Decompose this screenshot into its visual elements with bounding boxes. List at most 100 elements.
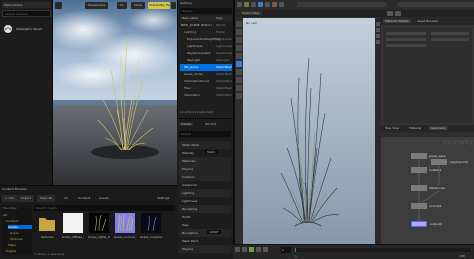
place-actors-search[interactable]: Search Classes [2,10,51,17]
breadcrumb-assets[interactable]: Assets [99,196,109,200]
viewport-scalability-button[interactable]: Scalability: Epic [148,2,170,9]
outliner-row[interactable]: SkyLight SkyLight [180,57,232,64]
viewport-menu-button[interactable] [55,2,62,9]
jump-start-icon[interactable] [235,247,240,252]
view-tool-icon[interactable] [236,61,242,67]
asset-tile[interactable]: Grass_normal_01 [114,213,136,245]
brush-tool-icon[interactable] [236,85,242,91]
outliner-row-selected[interactable]: SM_GrassStaticMeshActor [180,64,232,71]
pane-tab-icon[interactable] [395,11,401,16]
display-option-icon[interactable] [376,22,380,26]
tab-geometry[interactable]: Geometry [429,126,448,130]
outliner-row[interactable]: LightmassLightmassImportanceVolume [180,43,232,50]
viewport-perspective-button[interactable]: Perspective [85,2,109,9]
viewport-layout-button[interactable] [171,2,176,9]
step-back-icon[interactable] [242,247,247,252]
tab-world-settings[interactable]: World S [203,122,218,126]
shelf-tool-icon[interactable] [237,2,242,7]
outliner-row[interactable]: ExponentialHeightFogExponentialHeightFog [180,36,232,43]
mobility-field[interactable]: Static [205,150,218,154]
shelf-tab-strip[interactable] [397,2,474,7]
shelf-tool-icon[interactable] [272,2,277,7]
scale-tool-icon[interactable] [236,45,242,51]
tree-item[interactable]: Textures [10,237,23,241]
tab-outliner[interactable]: Outliner [180,1,232,7]
tree-item[interactable]: Engine [6,249,16,253]
move-tool-icon[interactable] [236,29,242,35]
current-frame-field[interactable]: 1 [281,247,291,253]
snap-tool-icon[interactable] [236,77,242,83]
tab-place-actors[interactable]: Place Actors [2,2,51,8]
asset-search[interactable]: Search Assets [34,205,175,211]
handle-tool-icon[interactable] [236,53,242,59]
place-actor-item[interactable]: Volumetric Cloud [2,22,51,36]
details-section[interactable]: Physics [179,165,231,173]
shelf-tool-icon[interactable] [265,2,270,7]
network-node[interactable]: attribnoise [411,185,445,191]
outliner-row[interactable]: SkyAtmosphereSkyAtmosphere [180,50,232,57]
play-icon[interactable] [249,247,254,252]
asset-tile[interactable]: Grass_alpha_01 [88,213,110,245]
viewport-show-button[interactable]: Show [131,2,146,9]
network-node[interactable]: scatter1 [411,167,441,173]
tab-details[interactable]: Details [179,122,194,126]
frame-start[interactable]: 1 [295,254,297,258]
material-row[interactable] [386,38,426,41]
tab-scene-view[interactable]: Scene View [239,11,263,15]
timeline-playhead[interactable] [295,248,296,252]
outliner-row[interactable]: Lighting Folder [180,29,232,36]
select-tool-icon[interactable] [236,21,242,27]
details-section[interactable]: Rendering [179,205,231,213]
tree-item[interactable]: Maps [8,243,16,247]
magnet-tool-icon[interactable] [236,93,242,99]
houdini-viewport[interactable]: No cam [243,18,375,250]
asset-tile[interactable]: Grass_diffuse_01 [62,213,84,245]
details-row[interactable]: Tags [179,221,231,229]
details-row[interactable]: Advanced [179,181,231,189]
add-button[interactable]: + Add [2,195,18,202]
jump-end-icon[interactable] [263,247,268,252]
tab-asset-browser[interactable]: Asset Browser [415,19,440,23]
display-option-icon[interactable] [376,28,380,32]
tab-content-browser[interactable]: Content Browser [2,187,62,193]
details-row[interactable]: HLOD [179,213,231,221]
import-button[interactable]: Import [18,195,34,202]
outliner-row[interactable]: VolumetricCloudVolumetricCloud [180,78,232,85]
network-node[interactable]: grass_base [411,153,446,159]
outliner-row[interactable]: FloorStaticMeshActor [180,85,232,92]
display-option-icon[interactable] [376,34,380,38]
network-node[interactable]: copytopoints [431,159,468,165]
outliner-row[interactable]: Grass_domeStaticMeshActor [180,71,232,78]
details-search[interactable]: Search [179,131,231,137]
display-option-icon[interactable] [376,40,380,44]
tab-material[interactable]: Material [407,126,423,130]
pane-tab-icon[interactable] [387,11,393,16]
details-section[interactable]: Physics [179,245,231,253]
network-node[interactable]: normal1 [411,203,441,209]
details-section[interactable]: Static Mesh [179,141,231,149]
material-row[interactable] [386,32,426,35]
material-row[interactable] [386,44,426,47]
asset-tile[interactable]: Grass_roughness [140,213,162,245]
shelf-tool-icon[interactable] [244,2,249,7]
viewport-lit-button[interactable]: Lit [117,2,127,9]
material-row[interactable] [431,32,469,35]
outliner-row[interactable]: NEW_SCENE (Editor) World [180,22,232,29]
timeline-scrubber[interactable] [295,248,471,252]
outliner-row[interactable]: VolumetricVolumetricCloud [180,92,232,99]
details-section[interactable]: Materials [179,157,231,165]
step-forward-icon[interactable] [256,247,261,252]
frame-end[interactable]: 240 [459,254,465,258]
rotate-tool-icon[interactable] [236,37,242,43]
tab-tree-view[interactable]: Tree View [383,126,401,130]
tab-material-palette[interactable]: Material Palette [383,19,411,23]
details-number-field[interactable]: 10007 [207,230,221,234]
breadcrumb-content[interactable]: Content [78,196,90,200]
shelf-tab-strip[interactable] [297,2,387,7]
details-section[interactable]: Lighting [179,189,231,197]
details-row[interactable]: Mesh Paint [179,237,231,245]
ue-viewport[interactable]: Perspective Lit Show Scalability: Epic [53,0,177,185]
tree-item-selected[interactable]: Assets [8,225,32,229]
tree-item[interactable]: All [3,213,7,217]
houdini-camera-menu[interactable]: No cam [246,21,257,25]
